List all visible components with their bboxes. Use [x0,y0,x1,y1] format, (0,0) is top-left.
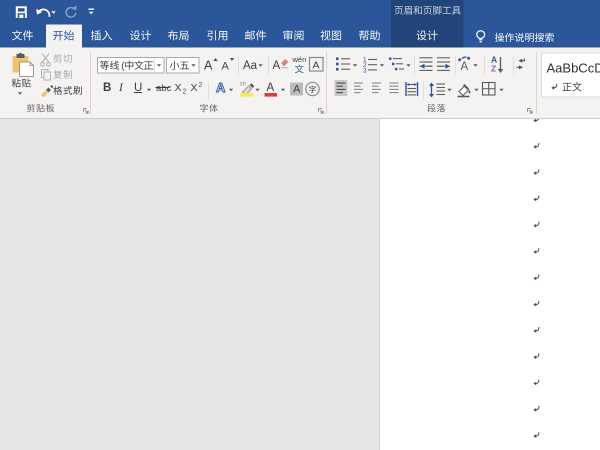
svg-text:B: B [103,82,111,94]
svg-text:A: A [204,59,213,73]
svg-text:abc: abc [156,83,172,94]
svg-text:X: X [191,82,198,94]
svg-text:Aa: Aa [243,60,258,72]
svg-text:X: X [175,82,182,94]
svg-text:ab: ab [240,82,247,88]
svg-text:AaBbCcD: AaBbCcD [547,61,600,76]
svg-text:A: A [216,80,226,95]
svg-text:3: 3 [363,68,367,75]
svg-text:A: A [293,84,301,96]
svg-text:A: A [222,61,230,73]
svg-text:A: A [267,82,275,94]
svg-text:A: A [461,61,469,73]
svg-text:wén: wén [292,55,307,64]
svg-text:Z: Z [491,64,496,74]
svg-text:A: A [313,60,320,72]
svg-text:2: 2 [183,89,187,96]
svg-text:2: 2 [199,82,203,89]
svg-text:A: A [273,60,281,72]
